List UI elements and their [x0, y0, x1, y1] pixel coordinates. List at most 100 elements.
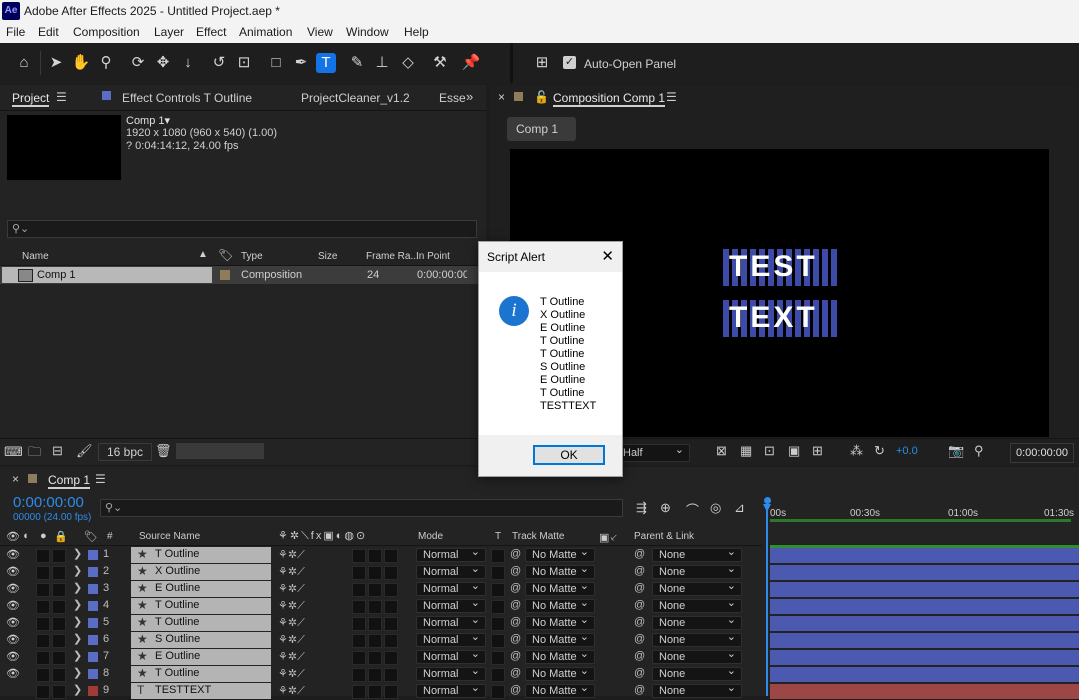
layer-name-cell[interactable]: [131, 547, 271, 563]
layer-switches-icons[interactable]: ⚘✲⟋: [278, 633, 305, 647]
layer-mode-dropdown[interactable]: Normal: [416, 563, 486, 579]
tab-project-menu-icon[interactable]: ☰: [56, 90, 67, 104]
expand-chevron-icon[interactable]: ❯: [73, 547, 82, 560]
work-area-bar[interactable]: [770, 519, 1071, 522]
expand-chevron-icon[interactable]: ❯: [73, 581, 82, 594]
solo-toggle[interactable]: [36, 617, 50, 631]
lock-toggle[interactable]: [52, 634, 66, 648]
lock-toggle[interactable]: [52, 685, 66, 699]
track-matte-dropdown[interactable]: No Matte: [525, 650, 595, 664]
track-matte-dropdown[interactable]: No Matte: [525, 633, 595, 647]
menu-animation[interactable]: Animation: [239, 25, 292, 39]
layer-duration-bar[interactable]: [770, 616, 1079, 631]
3d-switch[interactable]: [384, 634, 398, 648]
clone-stamp-icon[interactable]: ⊥: [372, 53, 392, 73]
layer-duration-bar[interactable]: [770, 599, 1079, 614]
parent-dropdown[interactable]: None: [652, 563, 742, 579]
pen-tool-icon[interactable]: ✒: [291, 53, 311, 73]
track-matte-dropdown[interactable]: No Matte: [525, 565, 595, 579]
rotation-tool-icon[interactable]: ↺: [209, 53, 229, 73]
close-timeline-icon[interactable]: ×: [12, 472, 19, 486]
sort-up-icon[interactable]: ▲: [198, 249, 208, 260]
menu-view[interactable]: View: [307, 25, 333, 39]
playhead-icon[interactable]: [763, 504, 771, 512]
parent-pickwhip-icon[interactable]: @: [634, 633, 645, 645]
layer-switches-icons[interactable]: ⚘✲⟋: [278, 667, 305, 681]
menu-edit[interactable]: Edit: [38, 25, 59, 39]
lock-toggle[interactable]: [52, 566, 66, 580]
layer-row[interactable]: 👁 ❯ 3 ★ E Outline ⚘✲⟋ Normal @ No Matte @ None: [0, 580, 1079, 598]
layer-mode-dropdown[interactable]: Normal: [416, 631, 486, 647]
shy-layers-icon[interactable]: ⌒: [686, 500, 699, 519]
visibility-eye-icon[interactable]: 👁: [6, 565, 20, 578]
layer-switches-icons[interactable]: ⚘✲⟋: [278, 582, 305, 596]
col-in-point[interactable]: In Point: [416, 251, 450, 262]
layer-row[interactable]: 👁 ❯ 2 ★ X Outline ⚘✲⟋ Normal @ No Matte @ None: [0, 563, 1079, 581]
lock-toggle[interactable]: [52, 549, 66, 563]
timeline-current-time[interactable]: 0:00:00:00: [13, 494, 84, 511]
blending-switch[interactable]: [368, 634, 382, 648]
solo-toggle[interactable]: [36, 566, 50, 580]
draft-3d-icon[interactable]: ⊕: [660, 500, 671, 516]
layer-name-cell[interactable]: [131, 666, 271, 682]
bit-depth-button[interactable]: 16 bpc: [98, 443, 152, 461]
parent-pickwhip-icon[interactable]: @: [634, 582, 645, 594]
home-icon[interactable]: ⌂: [14, 53, 34, 73]
timeline-search-input[interactable]: [100, 499, 623, 517]
color-channels-icon[interactable]: ⁂: [850, 443, 863, 459]
layer-row[interactable]: 👁 ❯ 5 ★ T Outline ⚘✲⟋ Normal @ No Matte @ None: [0, 614, 1079, 632]
reset-exposure-icon[interactable]: ↻: [874, 443, 885, 459]
expand-chevron-icon[interactable]: ❯: [73, 564, 82, 577]
fx-switch[interactable]: [352, 600, 366, 614]
preserve-transparency-toggle[interactable]: [491, 668, 505, 682]
graph-editor-icon[interactable]: ⊿: [734, 500, 745, 516]
dialog-close-icon[interactable]: ✕: [601, 247, 614, 265]
layer-name-cell[interactable]: [131, 649, 271, 665]
layer-row[interactable]: ❯9TTESTTEXT⚘✲⟋Normal@No Matte@None: [0, 682, 1079, 700]
tab-project[interactable]: Project: [12, 91, 50, 107]
solo-toggle[interactable]: [36, 634, 50, 648]
lock-toggle[interactable]: [52, 668, 66, 682]
pickwhip-icon[interactable]: @: [510, 599, 521, 611]
comp-mini-flowchart-icon[interactable]: ⇶: [636, 500, 647, 516]
pickwhip-icon[interactable]: @: [510, 684, 521, 696]
menu-layer[interactable]: Layer: [154, 25, 184, 39]
menu-effect[interactable]: Effect: [196, 25, 226, 39]
item-label-swatch[interactable]: [220, 270, 230, 280]
lock-icon[interactable]: 🔓: [534, 90, 549, 104]
layer-mode-dropdown[interactable]: Normal: [416, 597, 486, 613]
fx-switch[interactable]: [352, 668, 366, 682]
layer-label-swatch[interactable]: [88, 652, 98, 662]
layer-duration-bar[interactable]: [770, 684, 1079, 699]
layer-row[interactable]: 👁 ❯ 8 ★ T Outline ⚘✲⟋ Normal @ No Matte @ None: [0, 665, 1079, 683]
project-search-input[interactable]: [7, 220, 477, 238]
expand-chevron-icon[interactable]: ❯: [73, 649, 82, 662]
fx-switch[interactable]: [352, 634, 366, 648]
visibility-eye-icon[interactable]: 👁: [6, 667, 20, 680]
parent-dropdown[interactable]: None: [652, 648, 742, 664]
layer-duration-bar[interactable]: [770, 633, 1079, 648]
expand-chevron-icon[interactable]: ❯: [73, 666, 82, 679]
visibility-eye-icon[interactable]: 👁: [6, 548, 20, 561]
col-frame-rate[interactable]: Frame Ra...: [366, 251, 419, 262]
col-type[interactable]: Type: [241, 251, 263, 262]
preserve-transparency-toggle[interactable]: [491, 566, 505, 580]
layer-switches-icons[interactable]: ⚘✲⟋: [278, 599, 305, 613]
fx-switch[interactable]: [352, 685, 366, 699]
layer-switches-icons[interactable]: ⚘✲⟋: [278, 616, 305, 630]
comp-panel-menu-icon[interactable]: ☰: [666, 90, 677, 104]
blending-switch[interactable]: [368, 549, 382, 563]
pan-behind-tool-icon[interactable]: ⊡: [234, 53, 254, 73]
layer-label-swatch[interactable]: [88, 686, 98, 696]
expand-chevron-icon[interactable]: ❯: [73, 615, 82, 628]
solo-toggle[interactable]: [36, 583, 50, 597]
rectangle-tool-icon[interactable]: □: [266, 53, 286, 73]
preserve-transparency-toggle[interactable]: [491, 634, 505, 648]
dolly-camera-icon[interactable]: ↓: [178, 53, 198, 73]
solo-toggle[interactable]: [36, 668, 50, 682]
visibility-eye-icon[interactable]: 👁: [6, 650, 20, 663]
resolution-dropdown[interactable]: Half: [616, 442, 690, 462]
3d-switch[interactable]: [384, 685, 398, 699]
layer-row[interactable]: 👁 ❯ 4 ★ T Outline ⚘✲⟋ Normal @ No Matte @ None: [0, 597, 1079, 615]
layer-label-swatch[interactable]: [88, 550, 98, 560]
